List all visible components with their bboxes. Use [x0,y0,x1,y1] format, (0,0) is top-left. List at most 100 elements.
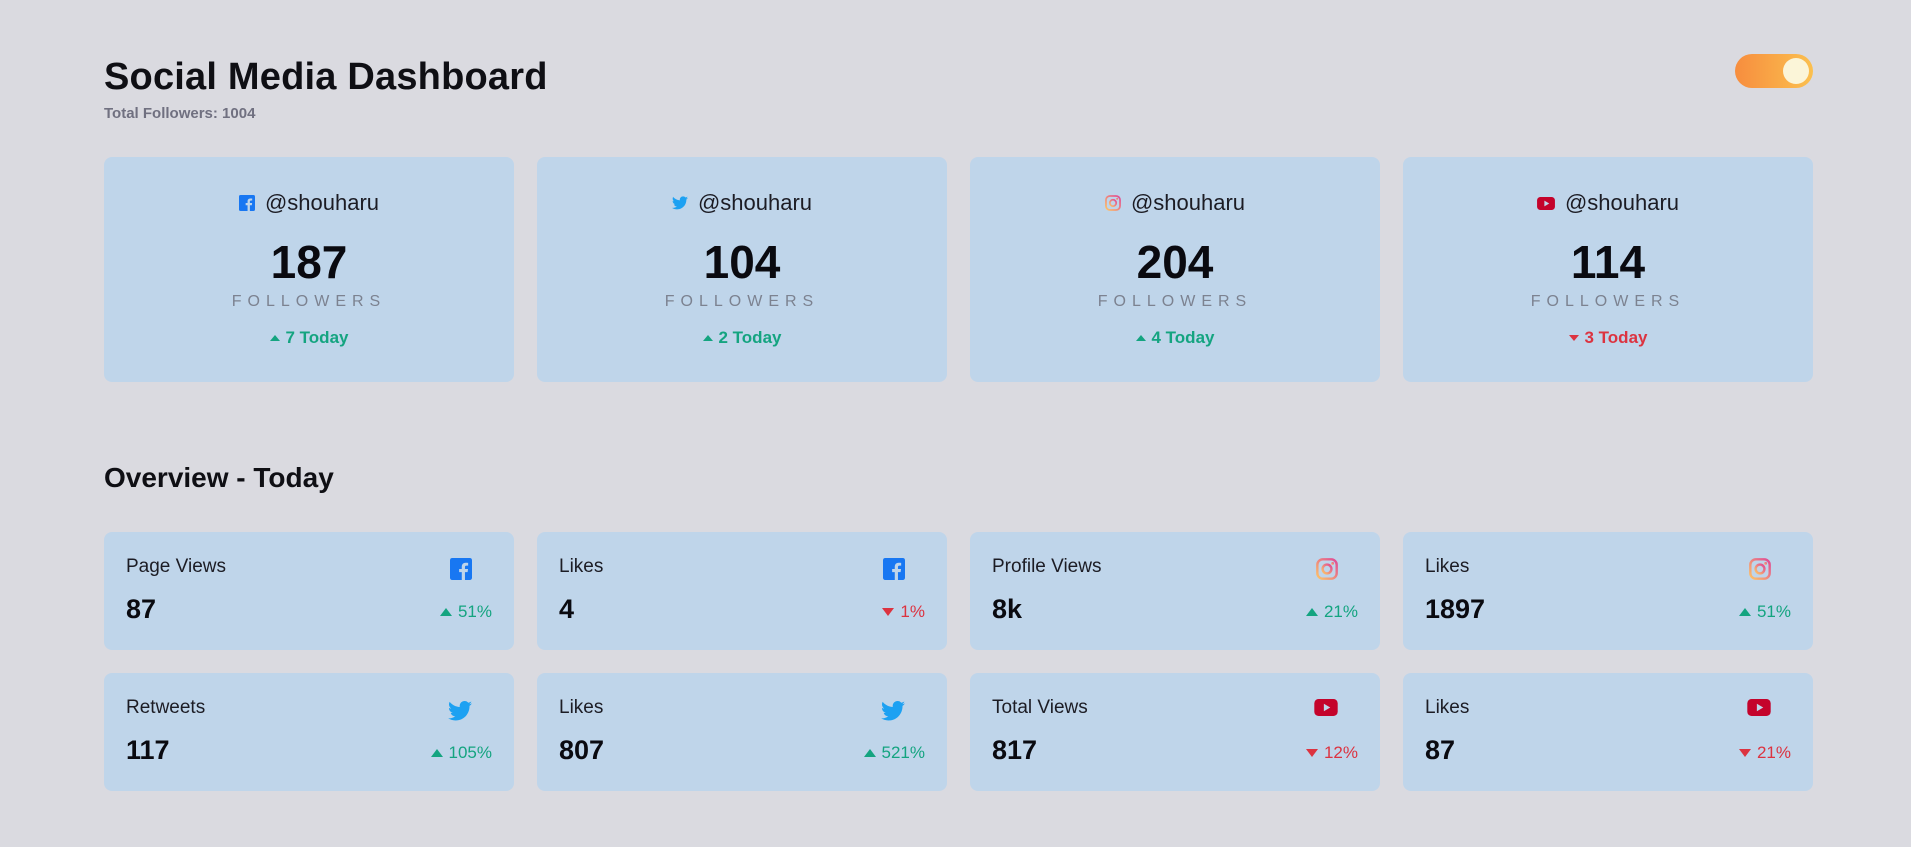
metric-value: 8k [992,594,1023,624]
follower-card-youtube[interactable]: @shouharu 114 FOLLOWERS 3 Today [1403,157,1813,382]
daily-change-text: 4 Today [1151,328,1215,347]
daily-change-text: 3 Today [1584,328,1648,347]
account-handle: @shouharu [264,190,380,215]
daily-change: 7 Today [104,328,514,348]
handle-row: @shouharu [104,190,514,216]
metric-label: Retweets [126,697,206,718]
overview-card-twitter-likes[interactable]: Likes 807 521% [537,673,947,791]
daily-change: 4 Today [970,328,1380,348]
percent-text: 521% [881,743,925,762]
handle-row: @shouharu [537,190,947,216]
followers-label: FOLLOWERS [1097,293,1253,310]
metric-label: Total Views [992,697,1088,718]
percent-text: 105% [448,743,492,762]
metric-value: 87 [1425,735,1456,765]
metric-label: Likes [559,697,604,718]
account-handle: @shouharu [1564,190,1680,215]
account-handle: @shouharu [1130,190,1246,215]
handle-row: @shouharu [1403,190,1813,216]
metric-value: 4 [559,594,575,624]
total-followers: Total Followers: 1004 [104,105,256,122]
facebook-icon [238,195,255,211]
overview-title: Overview - Today [104,462,334,493]
trend-down-icon [1305,749,1318,757]
twitter-icon [671,195,688,211]
account-handle: @shouharu [697,190,813,215]
trend-up-icon [430,749,443,757]
follower-cards: @shouharu 187 FOLLOWERS 7 Today @shouhar… [104,157,1813,382]
handle-row: @shouharu [970,190,1380,216]
daily-change-text: 2 Today [718,328,782,347]
trend-up-icon [863,749,876,757]
trend-down-icon [1738,749,1751,757]
percent-change: 21% [1738,743,1791,763]
twitter-icon [881,699,905,723]
trend-up-icon [439,608,452,616]
overview-cards: Page Views 87 51% Likes 4 1% Profile Vie… [104,532,1813,791]
metric-value: 87 [126,594,157,624]
percent-change: 521% [863,743,925,763]
instagram-icon [1105,195,1121,211]
percent-change: 1% [882,602,925,622]
header: Social Media Dashboard Total Followers: … [104,0,1813,156]
metric-label: Profile Views [992,556,1102,577]
youtube-icon [1747,699,1771,716]
percent-text: 21% [1756,743,1791,762]
trend-up-icon [1135,335,1146,341]
followers-label: FOLLOWERS [231,293,387,310]
follower-card-instagram[interactable]: @shouharu 204 FOLLOWERS 4 Today [970,157,1380,382]
trend-down-icon [882,608,895,616]
instagram-icon [1749,558,1771,580]
percent-text: 21% [1323,602,1358,621]
metric-value: 117 [126,735,170,765]
percent-text: 1% [900,602,925,621]
follower-count: 114 [1570,236,1646,288]
dashboard: Social Media Dashboard Total Followers: … [104,0,1813,791]
percent-text: 51% [1756,602,1791,621]
percent-text: 51% [457,602,492,621]
overview-card-instagram-likes[interactable]: Likes 1897 51% [1403,532,1813,650]
follower-count: 104 [703,236,781,288]
overview-card-facebook-page-views[interactable]: Page Views 87 51% [104,532,514,650]
overview-card-facebook-likes[interactable]: Likes 4 1% [537,532,947,650]
youtube-icon [1537,196,1555,210]
percent-change: 21% [1305,602,1358,622]
daily-change-text: 7 Today [285,328,349,347]
page-title: Social Media Dashboard [104,56,548,98]
trend-up-icon [269,335,280,341]
overview-card-youtube-likes[interactable]: Likes 87 21% [1403,673,1813,791]
daily-change: 2 Today [537,328,947,348]
overview-card-twitter-retweets[interactable]: Retweets 117 105% [104,673,514,791]
follower-count: 204 [1136,236,1214,288]
facebook-icon [883,558,905,580]
youtube-icon [1314,699,1338,716]
metric-label: Likes [1425,556,1470,577]
followers-label: FOLLOWERS [1530,293,1686,310]
followers-label: FOLLOWERS [664,293,820,310]
twitter-icon [448,699,472,723]
daily-change: 3 Today [1403,328,1813,348]
metric-value: 817 [992,735,1038,765]
percent-change: 12% [1305,743,1358,763]
percent-text: 12% [1323,743,1358,762]
percent-change: 51% [439,602,492,622]
metric-label: Likes [559,556,604,577]
trend-up-icon [1738,608,1751,616]
follower-card-facebook[interactable]: @shouharu 187 FOLLOWERS 7 Today [104,157,514,382]
follower-count: 187 [270,236,348,288]
overview-card-instagram-profile-views[interactable]: Profile Views 8k 21% [970,532,1380,650]
percent-change: 51% [1738,602,1791,622]
toggle-knob[interactable] [1783,58,1809,84]
percent-change: 105% [430,743,492,763]
dark-mode-toggle[interactable] [1735,54,1813,88]
metric-label: Page Views [126,556,226,577]
trend-up-icon [702,335,713,341]
overview-card-youtube-total-views[interactable]: Total Views 817 12% [970,673,1380,791]
metric-value: 807 [559,735,605,765]
instagram-icon [1316,558,1338,580]
trend-up-icon [1305,608,1318,616]
facebook-icon [450,558,472,580]
follower-card-twitter[interactable]: @shouharu 104 FOLLOWERS 2 Today [537,157,947,382]
trend-down-icon [1568,335,1579,341]
metric-label: Likes [1425,697,1470,718]
